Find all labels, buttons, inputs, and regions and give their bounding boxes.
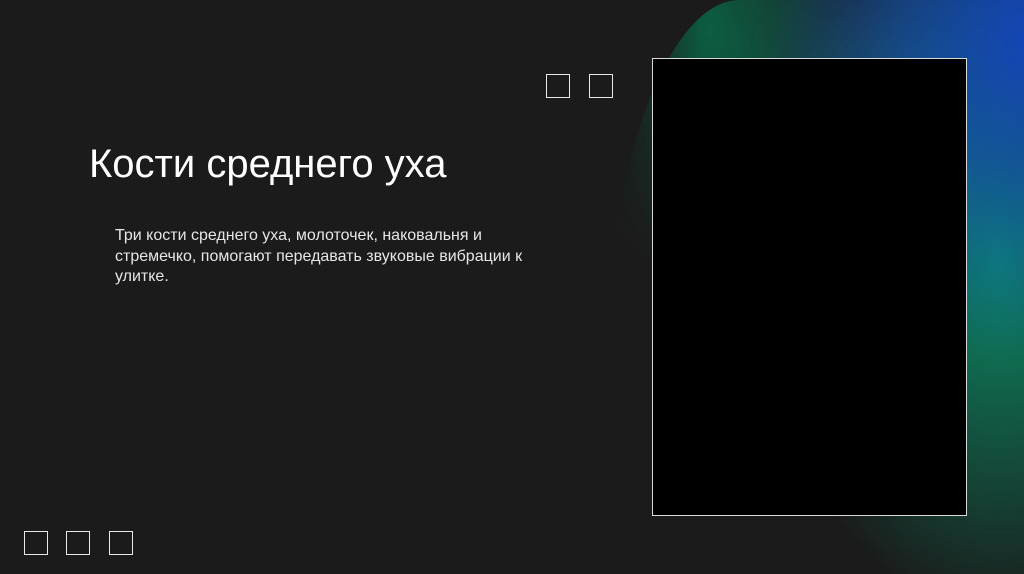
- square-outline-icon: [546, 74, 570, 98]
- square-outline-icon: [24, 531, 48, 555]
- slide-title: Кости среднего уха: [89, 142, 447, 186]
- square-outline-icon: [109, 531, 133, 555]
- slide-body-text: Три кости среднего уха, молоточек, наков…: [115, 227, 523, 285]
- image-placeholder: [652, 58, 967, 516]
- slide: Кости среднего уха Три кости среднего ух…: [0, 0, 1024, 574]
- square-outline-icon: [66, 531, 90, 555]
- square-outline-icon: [589, 74, 613, 98]
